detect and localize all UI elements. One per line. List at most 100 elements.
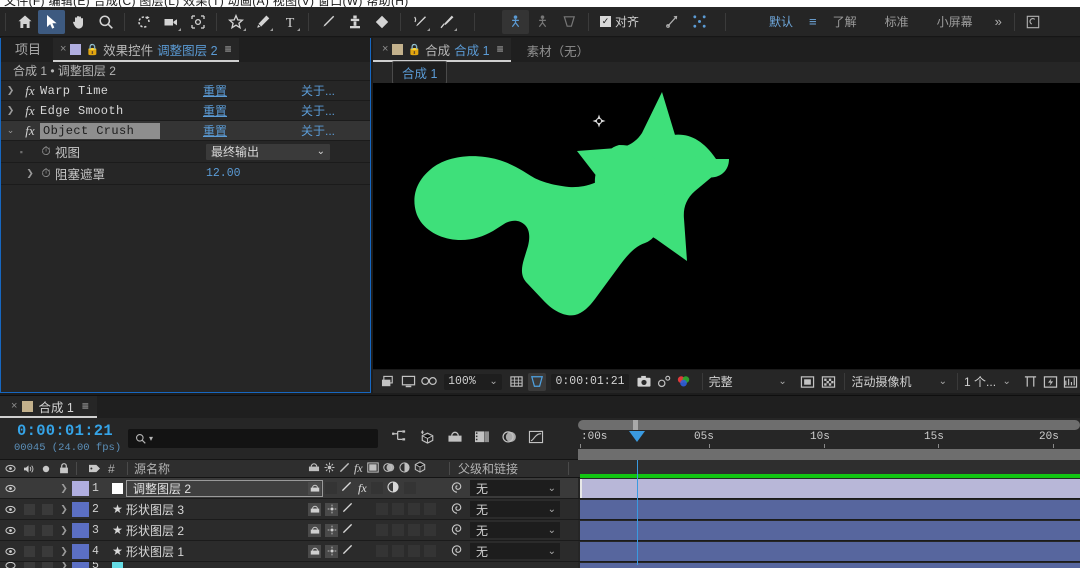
layer-switches[interactable] — [308, 502, 436, 516]
text-tool[interactable]: T — [276, 10, 303, 34]
layer-rows[interactable]: ❯ 1 调整图层 2 fx 无 ⌄ ❯ 2 ★ 形状图层 3 无 ⌄ ❯ 3 ★… — [0, 478, 578, 568]
effect-row-warp-time[interactable]: ❯ fx Warp Time 重置 关于... — [1, 81, 370, 101]
comp-breadcrumb-chip[interactable]: 合成 1 — [392, 61, 448, 84]
adjustment-layer-toggle[interactable] — [387, 480, 400, 496]
snapping-target-icon[interactable] — [659, 10, 686, 34]
audio-toggle[interactable] — [23, 562, 35, 568]
axis-world-icon[interactable] — [529, 10, 556, 34]
work-area-bar[interactable] — [578, 449, 1080, 460]
layer-label-color[interactable] — [72, 480, 89, 496]
show-snapshot-icon[interactable] — [655, 373, 673, 391]
composition-viewer[interactable] — [373, 83, 1080, 369]
pixel-aspect-correction-icon[interactable] — [1021, 373, 1039, 391]
timeline-tabstrip[interactable]: × 合成 1 ≡ — [0, 396, 1080, 418]
effect-about-link[interactable]: 关于... — [301, 122, 335, 139]
puppet-pin-tool[interactable] — [433, 10, 460, 34]
choose-grid-guides-icon[interactable] — [508, 373, 526, 391]
comp-breadcrumb-bar[interactable]: 合成 1 — [373, 61, 1080, 84]
workspace-standard[interactable]: 标准 — [871, 13, 923, 30]
stopwatch-icon[interactable]: ⏱ — [37, 144, 55, 159]
parent-pickwhip[interactable] — [450, 480, 464, 497]
chevron-right-icon[interactable]: ❯ — [23, 168, 37, 179]
solo-toggle[interactable] — [41, 482, 53, 494]
audio-toggle[interactable] — [23, 482, 35, 494]
solo-toggle[interactable] — [41, 562, 53, 568]
stopwatch-icon[interactable]: ⏱ — [37, 166, 55, 181]
axis-local-icon[interactable] — [502, 9, 529, 34]
chevron-down-icon[interactable]: ⌄ — [1, 125, 20, 136]
chevron-right-icon[interactable]: ❯ — [56, 478, 72, 499]
menu-bar-items[interactable]: 文件(F) 编辑(E) 合成(C) 图层(L) 效果(T) 动画(A) 视图(V… — [4, 0, 409, 7]
parent-dropdown[interactable]: 无 ⌄ — [470, 522, 560, 538]
chevron-right-icon[interactable]: ❯ — [1, 85, 20, 96]
close-icon[interactable]: × — [382, 43, 388, 55]
current-time-display[interactable]: 0:00:01:21 — [17, 422, 113, 440]
table-row[interactable]: ❯ 2 ★ 形状图层 3 无 ⌄ — [0, 499, 578, 520]
property-dropdown-view[interactable]: 最终输出 ⌄ — [206, 143, 330, 160]
close-icon[interactable]: × — [11, 400, 17, 412]
search-field[interactable] — [155, 431, 378, 446]
hide-shy-layers-icon[interactable] — [447, 430, 463, 447]
frame-blend-toggle[interactable] — [376, 524, 388, 536]
layer-duration-bar[interactable] — [580, 563, 1080, 568]
timeline-switches[interactable] — [392, 429, 544, 447]
layer-label-color[interactable] — [72, 501, 89, 517]
table-row[interactable]: ❯ 4 ★ 形状图层 1 无 ⌄ — [0, 541, 578, 562]
snapping-toggle[interactable]: ✓ 对齐 — [594, 13, 645, 30]
effect-name[interactable]: Object Crush — [40, 122, 160, 139]
layer-name[interactable]: 形状图层 1 — [126, 543, 184, 560]
tab-footage[interactable]: 素材（无） — [511, 41, 606, 60]
camera-tool[interactable] — [157, 10, 184, 34]
view-layout-dropdown[interactable]: 1 个... ⌄ — [957, 373, 1015, 390]
effect-reset-link[interactable]: 重置 — [203, 122, 227, 139]
layer-switches[interactable] — [308, 523, 436, 537]
snapshot-icon[interactable] — [635, 373, 653, 391]
video-toggle[interactable] — [0, 478, 20, 499]
effect-reset-link[interactable]: 重置 — [203, 102, 227, 119]
video-toggle[interactable] — [0, 541, 20, 562]
parent-link-header[interactable]: 父级和链接 — [458, 460, 518, 477]
collapse-toggle[interactable] — [325, 502, 338, 516]
chevron-right-icon[interactable]: ❯ — [56, 541, 72, 562]
region-of-interest-icon[interactable] — [528, 372, 547, 391]
comp-panel-tabstrip[interactable]: × 🔒 合成 合成 1 ≡ 素材（无） — [373, 38, 1080, 62]
comp-timecode-field[interactable]: 0:00:01:21 — [551, 373, 629, 390]
current-time-indicator[interactable] — [629, 431, 645, 442]
layer-name[interactable]: 形状图层 2 — [126, 522, 184, 539]
video-toggle[interactable] — [0, 520, 20, 541]
motion-blur-toggle[interactable] — [392, 524, 404, 536]
parent-dropdown[interactable]: 无 ⌄ — [470, 480, 560, 496]
property-row-view[interactable]: ▪ ⏱ 视图 最终输出 ⌄ — [1, 141, 370, 163]
tools-toolbar[interactable]: T ✓ 对齐 默认 ≡ 了解 标准 小屏幕 » — [0, 7, 1080, 37]
close-icon[interactable]: × — [60, 43, 66, 55]
adjustment-layer-toggle[interactable] — [408, 503, 420, 515]
quality-toggle[interactable] — [342, 523, 355, 537]
three-d-toggle[interactable] — [424, 503, 436, 515]
layer-duration-bar[interactable] — [580, 479, 1080, 498]
timeline-tracks[interactable] — [578, 460, 1080, 568]
solo-toggle[interactable] — [41, 503, 53, 515]
parent-pickwhip[interactable] — [450, 501, 464, 518]
layer-switches[interactable]: fx — [308, 481, 416, 496]
clone-stamp-tool[interactable] — [341, 10, 368, 34]
layer-label-color[interactable] — [72, 562, 89, 568]
layer-label-color[interactable] — [72, 543, 89, 559]
adjustment-layer-toggle[interactable] — [408, 545, 420, 557]
frame-blending-icon[interactable] — [474, 430, 490, 447]
parent-dropdown[interactable]: 无 ⌄ — [470, 543, 560, 559]
motion-blur-icon[interactable] — [501, 430, 517, 447]
collapse-toggle[interactable] — [325, 523, 338, 537]
motion-blur-toggle[interactable] — [392, 503, 404, 515]
tab-project[interactable]: 项目 — [1, 38, 53, 62]
property-value[interactable]: 12.00 — [206, 167, 241, 180]
axis-view-icon[interactable] — [556, 10, 583, 34]
adjustment-layer-toggle[interactable] — [408, 524, 420, 536]
audio-toggle[interactable] — [23, 524, 35, 536]
frame-blend-toggle[interactable] — [376, 503, 388, 515]
transform-box-icon[interactable] — [686, 10, 713, 34]
search-dropdown-arrow[interactable]: ▾ — [149, 434, 153, 443]
roto-brush-tool[interactable] — [406, 10, 433, 34]
brush-tool[interactable] — [314, 10, 341, 34]
workspace-learn[interactable]: 了解 — [819, 13, 871, 30]
layer-name[interactable]: 调整图层 2 — [126, 479, 323, 497]
